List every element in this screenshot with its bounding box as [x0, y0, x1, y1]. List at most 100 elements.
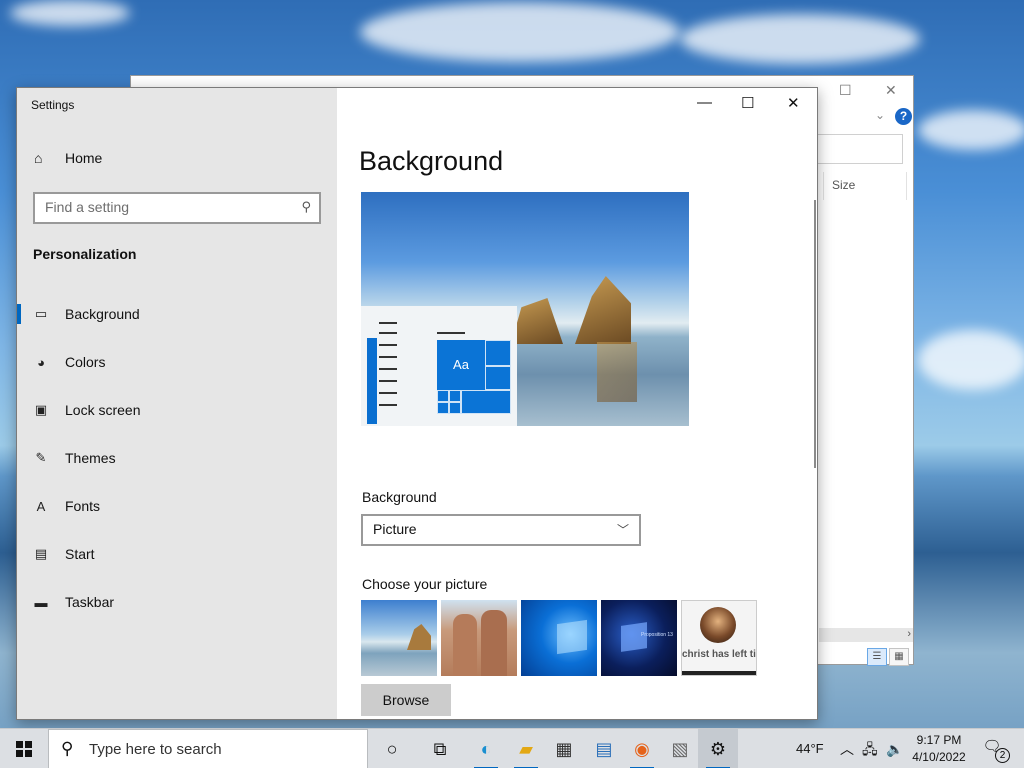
notification-center-icon[interactable]: 🗨 2 — [980, 737, 1010, 763]
maximize-icon[interactable]: ☐ — [741, 94, 754, 112]
large-icons-view-icon[interactable]: ▦ — [889, 648, 909, 666]
two-men-thumbnail[interactable] — [441, 600, 517, 676]
logo-pane — [25, 750, 32, 757]
preview-taskbar-bar — [367, 338, 377, 424]
nav-item-colors[interactable]: ◕ Colors — [17, 338, 337, 386]
picture-thumbnails: Proposition 13 christ has left ti — [361, 600, 761, 676]
system-clock[interactable]: 9:17 PM 4/10/2022 — [906, 732, 972, 766]
chevron-down-icon: ﹀ — [616, 523, 629, 537]
windows-dark-thumbnail[interactable]: Proposition 13 — [601, 600, 677, 676]
taskbar-search-input[interactable]: ⚲ Type here to search — [48, 729, 368, 768]
edge-icon[interactable]: ◐ — [466, 729, 506, 768]
explorer-horizontal-scrollbar[interactable]: › — [819, 628, 913, 642]
themes-icon: ✎ — [35, 450, 47, 465]
page-title: Background — [359, 146, 504, 176]
nav-item-label: Themes — [65, 450, 116, 466]
taskbar-icon: ▬ — [34, 594, 48, 610]
picture-icon: ▭ — [34, 306, 48, 321]
nav-item-label: Taskbar — [65, 594, 115, 610]
thumbnail-figure — [453, 614, 477, 676]
thumbnail-caption: Proposition 13 — [641, 632, 673, 638]
preview-tile — [485, 366, 511, 390]
store-icon[interactable]: ▦ — [544, 729, 584, 768]
fonts-icon: A — [36, 498, 46, 514]
nav-item-label: Background — [65, 306, 140, 322]
personalization-nav: ▭ Background ◕ Colors ▣ Lock screen ✎ Th… — [17, 290, 337, 626]
explorer-close-icon[interactable]: ✕ — [885, 82, 897, 99]
logo-pane — [16, 741, 23, 748]
explorer-search-input[interactable] — [817, 134, 903, 164]
home-label: Home — [65, 150, 103, 166]
browse-button[interactable]: Browse — [361, 684, 451, 716]
desktop-cloud — [10, 0, 130, 26]
weather-temperature[interactable]: 44°F — [796, 729, 824, 768]
task-view-icon[interactable]: ⧉ — [420, 729, 460, 768]
chevron-up-icon[interactable]: ︿ — [840, 729, 854, 768]
explorer-maximize-icon[interactable]: ☐ — [839, 82, 852, 99]
preview-line — [379, 380, 397, 382]
christ-thumbnail[interactable]: christ has left ti — [681, 600, 757, 676]
home-link[interactable]: ⌂ Home — [34, 150, 102, 166]
view-buttons: ☰ ▦ — [867, 646, 911, 666]
volume-icon[interactable]: 🔈 — [886, 729, 903, 768]
close-icon[interactable]: ✕ — [787, 94, 800, 112]
search-icon: ⚲ — [301, 199, 311, 214]
scroll-right-icon[interactable]: › — [907, 628, 911, 640]
thumbnail-caption: christ has left ti — [682, 649, 756, 660]
preview-tile — [437, 402, 449, 414]
details-view-icon[interactable]: ☰ — [867, 648, 887, 666]
preview-tile — [485, 340, 511, 366]
preview-line — [379, 392, 397, 394]
preview-rock — [511, 298, 563, 344]
nav-item-label: Lock screen — [65, 402, 141, 418]
desktop-cloud — [918, 330, 1024, 390]
clock-time: 9:17 PM — [916, 733, 962, 747]
nav-item-background[interactable]: ▭ Background — [17, 290, 337, 338]
window-title: Settings — [31, 98, 75, 112]
thumbnail-figure — [481, 610, 507, 676]
remote-desktop-icon[interactable]: ▤ — [584, 729, 624, 768]
logo-pane — [16, 750, 23, 757]
background-label: Background — [362, 489, 437, 505]
preview-tile — [449, 390, 461, 402]
preview-rock-reflection — [597, 342, 637, 402]
nav-item-start[interactable]: ▤ Start — [17, 530, 337, 578]
help-icon[interactable]: ? — [895, 108, 912, 125]
desktop-cloud — [360, 2, 680, 62]
nav-item-label: Fonts — [65, 498, 101, 514]
network-icon[interactable]: 🖧 — [862, 729, 878, 768]
preview-line — [379, 356, 397, 358]
background-dropdown-value: Picture — [373, 521, 417, 537]
thumbnail-rock — [407, 624, 431, 650]
photos-icon[interactable]: ▧ — [660, 729, 700, 768]
nav-item-label: Start — [65, 546, 95, 562]
lock-screen-icon: ▣ — [34, 402, 48, 417]
chevron-down-icon[interactable]: ⌄ — [875, 108, 885, 122]
start-button[interactable] — [0, 729, 48, 768]
start-icon: ▤ — [34, 546, 48, 561]
nav-item-lock-screen[interactable]: ▣ Lock screen — [17, 386, 337, 434]
settings-sidebar: Settings ⌂ Home Find a setting ⚲ Persona… — [17, 88, 337, 719]
logo-pane — [25, 741, 32, 748]
nav-item-taskbar[interactable]: ▬ Taskbar — [17, 578, 337, 626]
preview-start-menu-mock: Aa — [361, 306, 517, 426]
cortana-icon[interactable]: ○ — [372, 729, 412, 768]
nav-item-themes[interactable]: ✎ Themes — [17, 434, 337, 482]
content-scrollbar[interactable] — [814, 200, 816, 468]
firefox-icon[interactable]: ◉ — [622, 729, 662, 768]
preview-tile — [461, 390, 511, 414]
size-column-header[interactable]: Size — [823, 172, 907, 200]
background-dropdown[interactable]: Picture ﹀ — [361, 514, 641, 546]
minimize-icon[interactable]: — — [697, 94, 712, 111]
settings-content: — ☐ ✕ Background Aa Background Picture ﹀… — [337, 88, 817, 719]
find-setting-input[interactable]: Find a setting ⚲ — [33, 192, 321, 224]
windows-blue-thumbnail[interactable] — [521, 600, 597, 676]
beach-rock-thumbnail[interactable] — [361, 600, 437, 676]
settings-gear-icon[interactable]: ⚙ — [698, 729, 738, 768]
thumbnail-portrait — [700, 607, 736, 643]
background-preview: Aa — [361, 192, 689, 426]
preview-line — [379, 344, 397, 346]
file-explorer-icon[interactable]: ▰ — [506, 729, 546, 768]
preview-line — [379, 368, 397, 370]
nav-item-fonts[interactable]: A Fonts — [17, 482, 337, 530]
